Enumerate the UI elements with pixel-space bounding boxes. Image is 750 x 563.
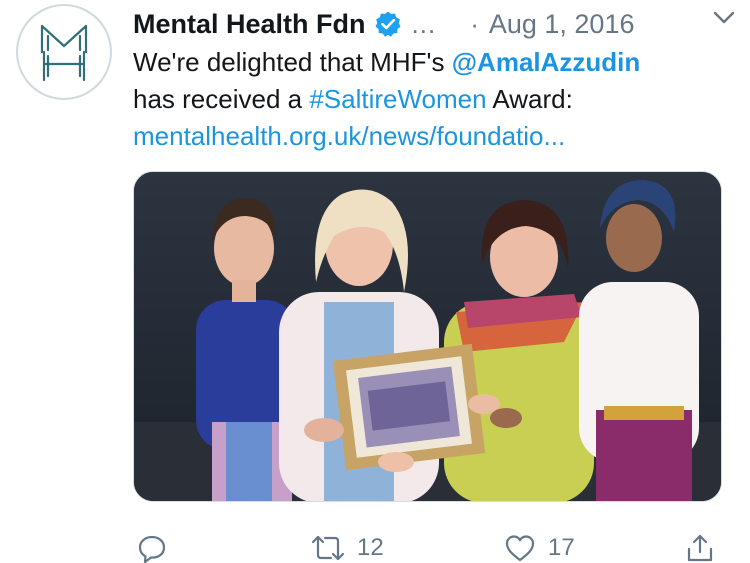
verified-badge-icon <box>374 10 402 38</box>
award-photo-image <box>134 172 721 501</box>
hashtag-link[interactable]: #SaltireWomen <box>309 84 486 114</box>
tweet-date[interactable]: Aug 1, 2016 <box>489 9 635 40</box>
tweet-header: Mental Health Fdn ... · Aug 1, 2016 <box>133 6 730 42</box>
url-link[interactable]: mentalhealth.org.uk/news/foundatio... <box>133 118 733 155</box>
retweet-icon <box>311 533 345 563</box>
reply-action[interactable] <box>137 528 179 563</box>
separator-dot: · <box>470 8 479 39</box>
mhf-logo-icon <box>40 24 88 82</box>
tweet-photo[interactable] <box>133 171 722 502</box>
like-action[interactable]: 17 <box>504 528 575 563</box>
like-icon <box>504 533 536 563</box>
avatar[interactable] <box>16 4 112 100</box>
text-segment: We're delighted that MHF's <box>133 47 452 77</box>
tweet-actions: 12 17 <box>133 528 723 563</box>
chevron-down-icon[interactable] <box>712 10 736 26</box>
tweet-text: We're delighted that MHF's @AmalAzzudin … <box>133 44 733 155</box>
retweet-action[interactable]: 12 <box>311 528 384 563</box>
like-count: 17 <box>548 534 575 561</box>
retweet-count: 12 <box>357 534 384 561</box>
tweet-text-line-1: We're delighted that MHF's @AmalAzzudin <box>133 44 733 81</box>
tweet[interactable]: Mental Health Fdn ... · Aug 1, 2016 We'r… <box>0 0 750 563</box>
author-name[interactable]: Mental Health Fdn <box>133 9 366 40</box>
reply-icon <box>137 533 167 563</box>
text-segment: Award: <box>486 84 573 114</box>
tweet-text-line-2: has received a #SaltireWomen Award: <box>133 81 733 118</box>
share-action[interactable] <box>685 528 715 563</box>
more-ellipsis: ... <box>411 8 437 39</box>
mention-link[interactable]: @AmalAzzudin <box>452 47 641 77</box>
text-segment: has received a <box>133 84 310 114</box>
share-icon <box>685 533 715 563</box>
